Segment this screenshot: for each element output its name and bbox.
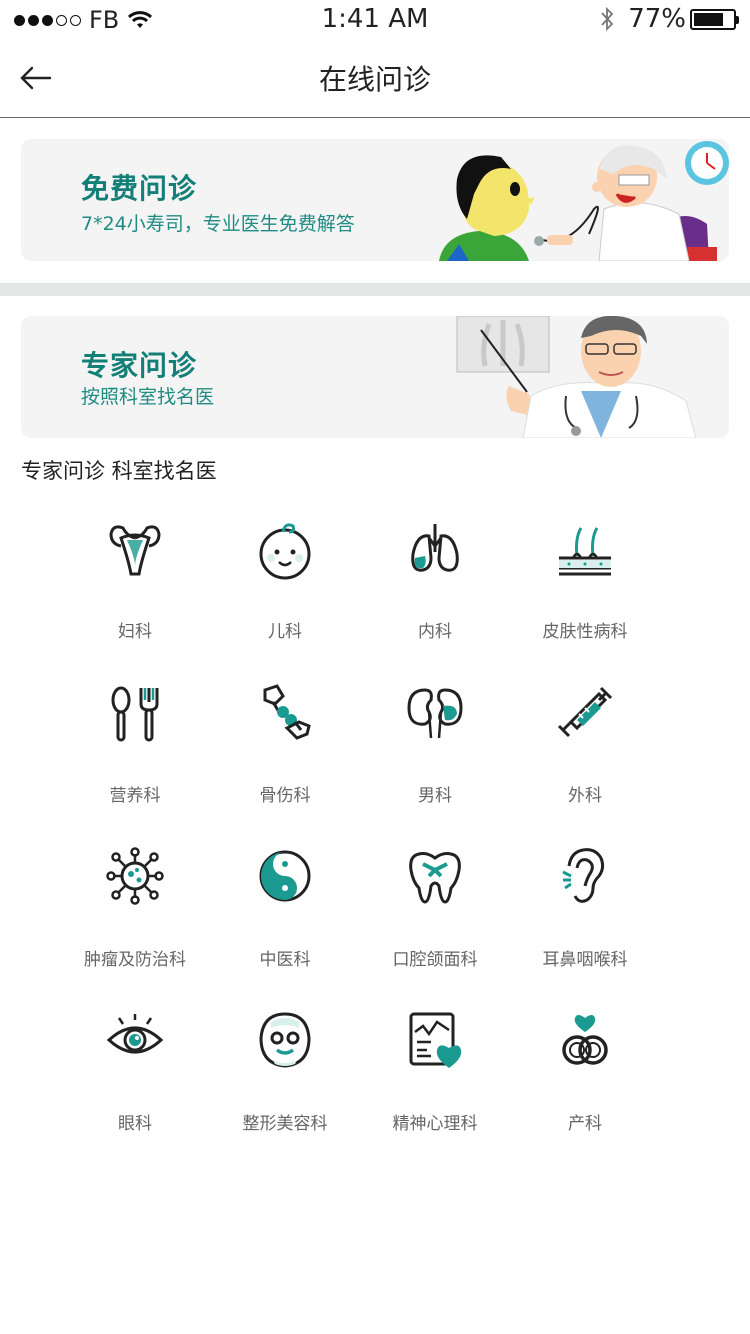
virus-cell-icon bbox=[106, 847, 164, 905]
department-label: 中医科 bbox=[259, 950, 311, 970]
department-label: 皮肤性病科 bbox=[542, 622, 628, 642]
face-mask-icon bbox=[259, 1012, 311, 1068]
expert-consult-subtitle: 按照科室找名医 bbox=[81, 386, 215, 408]
baby-face-icon bbox=[259, 523, 311, 580]
department-item[interactable]: 儿科 bbox=[210, 515, 360, 679]
yin-yang-icon bbox=[259, 850, 311, 902]
department-label: 儿科 bbox=[268, 622, 302, 642]
department-label: 营养科 bbox=[109, 786, 161, 806]
nav-bar: 在线问诊 bbox=[0, 40, 750, 118]
free-consult-banner[interactable]: 免费问诊 7*24小寿司，专业医生免费解答 bbox=[21, 139, 729, 261]
department-label: 妇科 bbox=[118, 622, 152, 642]
department-item[interactable]: 中医科 bbox=[210, 843, 360, 1007]
kidneys-icon bbox=[407, 688, 463, 739]
rings-heart-icon bbox=[562, 1015, 608, 1065]
battery-percent: 77% bbox=[628, 4, 686, 34]
section-title: 专家问诊 科室找名医 bbox=[21, 459, 217, 483]
department-item[interactable]: 肿瘤及防治科 bbox=[60, 843, 210, 1007]
department-item[interactable]: 耳鼻咽喉科 bbox=[510, 843, 660, 1007]
doctor-child-illustration bbox=[439, 141, 729, 261]
chart-heart-icon bbox=[409, 1012, 462, 1068]
department-label: 肿瘤及防治科 bbox=[84, 950, 186, 970]
department-item[interactable]: 妇科 bbox=[60, 515, 210, 679]
section-divider bbox=[0, 283, 750, 296]
bluetooth-icon bbox=[601, 6, 614, 32]
free-consult-title: 免费问诊 bbox=[81, 172, 198, 205]
department-item[interactable]: 骨伤科 bbox=[210, 679, 360, 843]
free-consult-subtitle: 7*24小寿司，专业医生免费解答 bbox=[81, 213, 355, 235]
syringe-icon bbox=[557, 686, 613, 738]
department-label: 骨伤科 bbox=[259, 786, 311, 806]
department-label: 男科 bbox=[418, 786, 452, 806]
skin-hair-icon bbox=[559, 527, 611, 576]
eye-icon bbox=[106, 1014, 164, 1054]
department-label: 整形美容科 bbox=[242, 1114, 328, 1134]
department-label: 眼科 bbox=[118, 1114, 152, 1134]
lungs-icon bbox=[411, 524, 459, 572]
expert-consult-banner[interactable]: 专家问诊 按照科室找名医 bbox=[21, 316, 729, 438]
department-item[interactable]: 内科 bbox=[360, 515, 510, 679]
department-label: 耳鼻咽喉科 bbox=[542, 950, 628, 970]
department-item[interactable]: 眼科 bbox=[60, 1007, 210, 1171]
department-label: 内科 bbox=[418, 622, 452, 642]
page-title: 在线问诊 bbox=[318, 63, 431, 96]
battery-area: 77% bbox=[600, 4, 739, 34]
department-label: 产科 bbox=[568, 1114, 602, 1134]
uterus-icon bbox=[109, 525, 161, 576]
expert-consult-title: 专家问诊 bbox=[81, 349, 198, 382]
expert-doctor-illustration bbox=[456, 316, 697, 438]
department-item[interactable]: 口腔颌面科 bbox=[360, 843, 510, 1007]
department-label: 外科 bbox=[568, 786, 602, 806]
department-item[interactable]: 整形美容科 bbox=[210, 1007, 360, 1171]
department-item[interactable]: 营养科 bbox=[60, 679, 210, 843]
department-label: 精神心理科 bbox=[392, 1114, 478, 1134]
department-item[interactable]: 皮肤性病科 bbox=[510, 515, 660, 679]
department-item[interactable]: 产科 bbox=[510, 1007, 660, 1171]
department-label: 口腔颌面科 bbox=[392, 950, 478, 970]
spoon-fork-icon bbox=[111, 686, 159, 742]
department-item[interactable]: 男科 bbox=[360, 679, 510, 843]
ear-icon bbox=[562, 848, 605, 903]
status-bar: FB 1:41 AM 77% bbox=[0, 0, 750, 40]
department-item[interactable]: 精神心理科 bbox=[360, 1007, 510, 1171]
battery-icon bbox=[690, 8, 739, 30]
bone-joint-icon bbox=[263, 684, 311, 740]
tooth-icon bbox=[409, 852, 461, 904]
department-item[interactable]: 外科 bbox=[510, 679, 660, 843]
